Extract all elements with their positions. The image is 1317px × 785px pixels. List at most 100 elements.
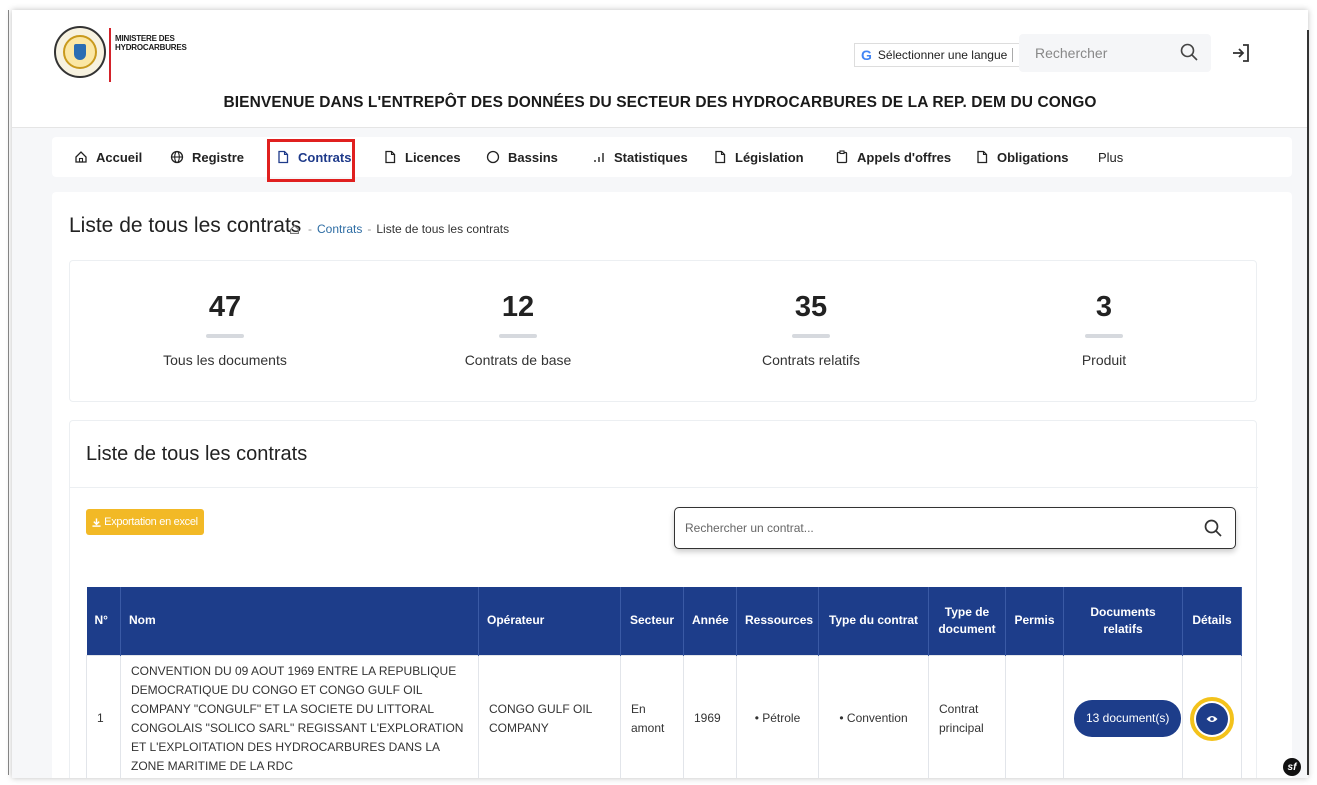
nav-item-label: Bassins — [508, 149, 558, 165]
nav-item-bassins[interactable]: Bassins — [486, 137, 558, 177]
contracts-page: Liste de tous les contrats - Contrats - … — [52, 192, 1292, 778]
nav-item-statistiques[interactable]: Statistiques — [592, 137, 688, 177]
cell-permis — [1005, 654, 1064, 778]
column-header-num[interactable]: N° — [86, 587, 121, 655]
cell-annee: 1969 — [683, 654, 737, 778]
contract-search-placeholder: Rechercher un contrat... — [685, 521, 814, 535]
column-header-annee[interactable]: Année — [683, 587, 737, 655]
column-header-type-document[interactable]: Type de document — [928, 587, 1006, 655]
download-icon — [92, 517, 101, 527]
nav-item-label: Registre — [192, 149, 245, 165]
list-title: Liste de tous les contrats — [86, 443, 308, 465]
table-row: 1 CONVENTION DU 09 AOUT 1969 ENTRE LA RE… — [86, 654, 1242, 778]
contrats-highlight-box — [267, 139, 355, 182]
browser-page: MINISTERE DES HYDROCARBURES G Sélectionn… — [12, 10, 1308, 778]
nav-item-registre[interactable]: Registre — [170, 137, 244, 177]
ministry-name-line2: HYDROCARBURES — [115, 43, 187, 52]
column-header-operateur[interactable]: Opérateur — [478, 587, 621, 655]
nav-item-obligations[interactable]: Obligations — [975, 137, 1069, 177]
ministry-name-line1: MINISTERE DES — [115, 34, 175, 43]
bar-chart-icon — [594, 153, 604, 162]
stat-value: 35 — [794, 291, 828, 323]
ministry-seal-logo[interactable] — [54, 26, 106, 78]
stats-panel: 47 Tous les documents 12 Contrats de bas… — [69, 260, 1257, 402]
nav-item-accueil[interactable]: Accueil — [74, 137, 142, 177]
cell-secteur: En amont — [620, 654, 684, 778]
nav-item-label: Législation — [735, 149, 804, 165]
export-excel-button[interactable]: Exportation en excel — [86, 509, 204, 535]
column-header-details[interactable]: Détails — [1182, 587, 1242, 655]
stat-label: Tous les documents — [163, 352, 287, 368]
details-highlight-ring — [1190, 696, 1234, 741]
google-icon: G — [861, 47, 872, 63]
page-title: Liste de tous les contrats — [69, 214, 302, 237]
site-search-placeholder: Rechercher — [1035, 45, 1108, 61]
nav-item-legislation[interactable]: Législation — [713, 137, 804, 177]
clipboard-icon — [836, 150, 848, 164]
stat-value: 47 — [208, 291, 242, 323]
circle-icon — [486, 150, 500, 164]
welcome-banner: BIENVENUE DANS L'ENTREPÔT DES DONNÉES DU… — [223, 94, 1097, 111]
cell-num: 1 — [86, 654, 121, 778]
column-header-nom[interactable]: Nom — [120, 587, 479, 655]
stat-label: Contrats relatifs — [761, 352, 861, 368]
column-header-ressources[interactable]: Ressources — [736, 587, 819, 655]
contracts-list-card: Liste de tous les contrats Exportation e… — [69, 420, 1258, 778]
column-header-permis[interactable]: Permis — [1005, 587, 1064, 655]
resource-item: Pétrole — [755, 711, 801, 725]
breadcrumb-link-contrats[interactable]: Contrats — [317, 222, 362, 236]
nav-item-label: Licences — [405, 149, 461, 165]
stat-product: 3 Produit — [979, 261, 1229, 403]
nav-item-label: Plus — [1098, 149, 1124, 165]
stat-all-documents: 47 Tous les documents — [100, 261, 350, 403]
stat-label: Produit — [1081, 352, 1127, 368]
export-excel-label: Exportation en excel — [104, 516, 198, 528]
window-edge-right — [1307, 30, 1309, 775]
related-documents-button[interactable]: 13 document(s) — [1074, 700, 1182, 737]
breadcrumb-current: Liste de tous les contrats — [376, 222, 510, 236]
home-icon[interactable] — [289, 224, 300, 235]
cell-details — [1182, 654, 1242, 778]
nav-item-plus[interactable]: Plus — [1098, 137, 1123, 177]
table-header-row: N° Nom Opérateur Secteur Année Ressource… — [86, 587, 1242, 655]
nav-item-appels-doffres[interactable]: Appels d'offres — [835, 137, 951, 177]
globe-icon — [170, 150, 184, 164]
document-icon — [977, 150, 988, 164]
nav-item-label: Statistiques — [614, 149, 688, 165]
stat-value: 12 — [501, 291, 535, 323]
document-icon — [715, 150, 726, 164]
stat-related-contracts: 35 Contrats relatifs — [686, 261, 936, 403]
cell-documents-relatifs: 13 document(s) — [1063, 654, 1183, 778]
document-icon — [385, 150, 396, 164]
stat-label: Contrats de base — [464, 352, 572, 368]
language-selector-label: Sélectionner une langue — [877, 48, 1008, 62]
search-icon[interactable] — [1203, 518, 1223, 538]
stat-base-contracts: 12 Contrats de base — [393, 261, 643, 403]
site-search-input[interactable]: Rechercher — [1019, 34, 1211, 72]
nav-item-label: Accueil — [96, 149, 143, 165]
logo-divider — [109, 28, 111, 82]
cell-nom: CONVENTION DU 09 AOUT 1969 ENTRE LA REPU… — [120, 654, 479, 778]
stat-value: 3 — [1095, 291, 1113, 323]
eye-icon — [1206, 715, 1218, 722]
column-header-type-contrat[interactable]: Type du contrat — [818, 587, 929, 655]
nav-item-label: Appels d'offres — [857, 149, 952, 165]
language-selector[interactable]: G Sélectionner une langue ▼ — [854, 43, 1035, 67]
column-header-documents-relatifs[interactable]: Documents relatifs — [1063, 587, 1183, 655]
contract-search-input[interactable]: Rechercher un contrat... — [674, 507, 1236, 549]
cell-operateur: CONGO GULF OIL COMPANY — [478, 654, 621, 778]
site-header: MINISTERE DES HYDROCARBURES G Sélectionn… — [12, 10, 1308, 128]
symfony-toolbar-badge[interactable]: sf — [1283, 758, 1301, 776]
search-icon[interactable] — [1179, 42, 1199, 62]
breadcrumb: - Contrats - Liste de tous les contrats — [289, 222, 509, 236]
main-navigation: Accueil Registre Contrats Licences Bassi… — [52, 137, 1292, 177]
cell-ressources: Pétrole — [736, 654, 819, 778]
cell-type-contrat: Convention — [818, 654, 929, 778]
nav-item-licences[interactable]: Licences — [383, 137, 461, 177]
column-header-secteur[interactable]: Secteur — [620, 587, 684, 655]
contracts-table: N° Nom Opérateur Secteur Année Ressource… — [86, 587, 1242, 778]
view-details-button[interactable] — [1196, 702, 1228, 735]
login-icon[interactable] — [1230, 42, 1252, 64]
nav-item-label: Obligations — [997, 149, 1069, 165]
window-edge-left — [8, 10, 9, 775]
